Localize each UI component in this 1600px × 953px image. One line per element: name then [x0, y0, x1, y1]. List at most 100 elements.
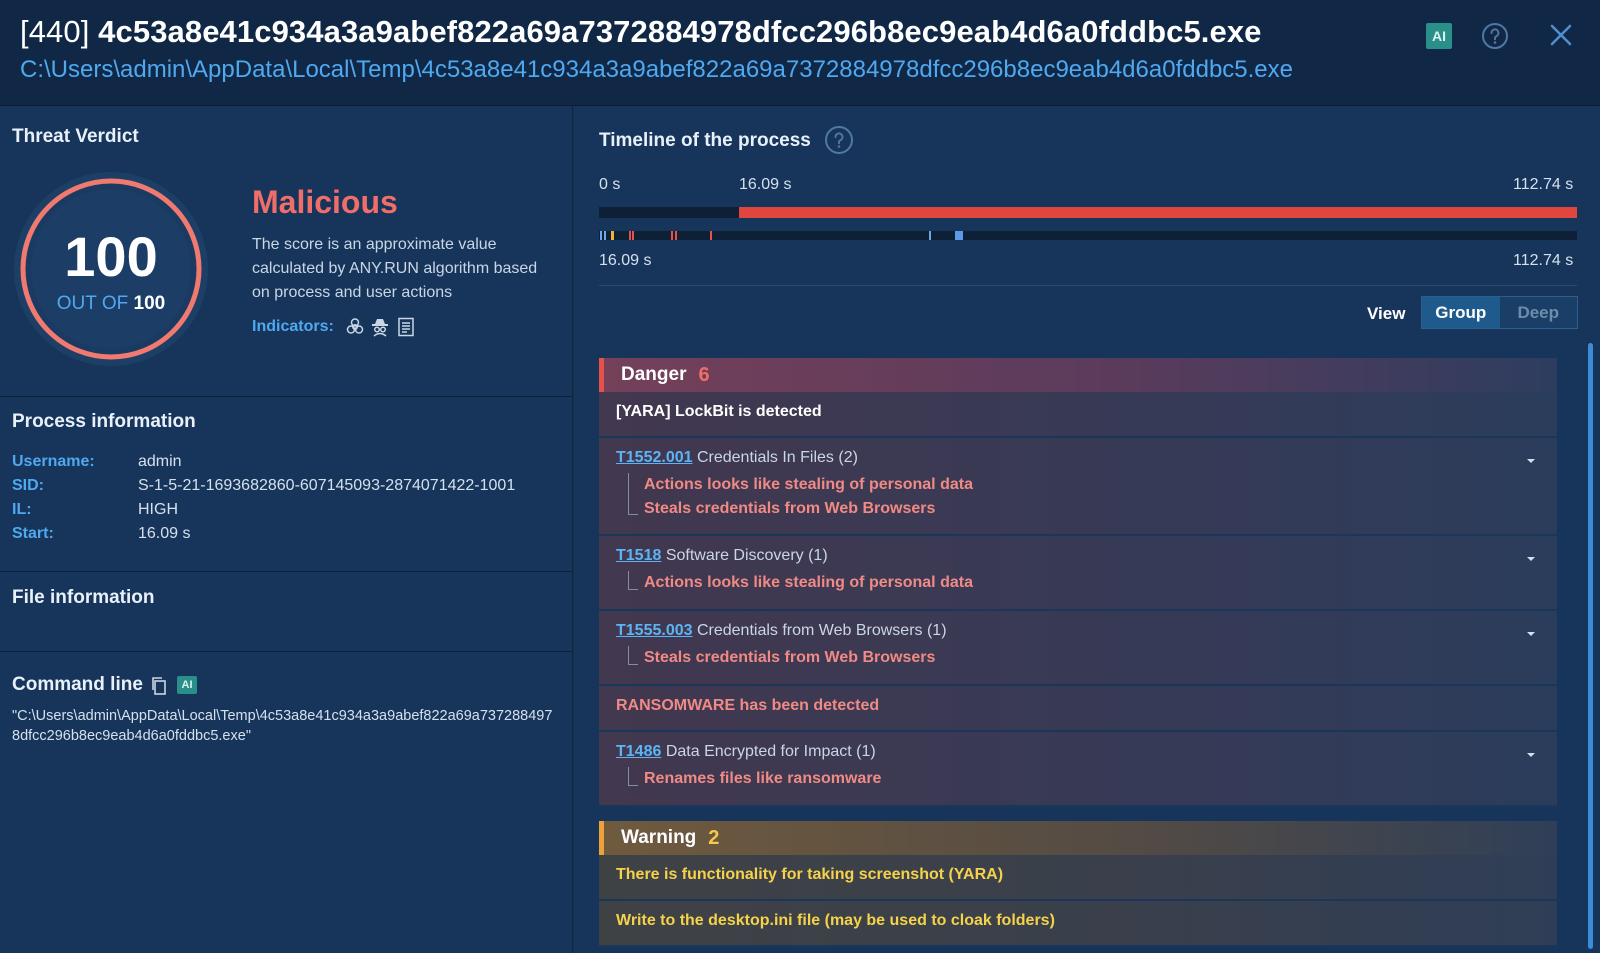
command-line-ai-button[interactable]: AI	[177, 676, 197, 694]
divider	[0, 571, 573, 572]
sub-indicator: Renames files like ransomware	[644, 770, 882, 787]
technique-link[interactable]: T1486	[616, 743, 661, 760]
ai-button[interactable]: AI	[1426, 23, 1452, 49]
warning-item: Write to the desktop.ini file (may be us…	[616, 912, 1055, 929]
divider	[599, 285, 1577, 286]
tree-connector	[628, 473, 638, 515]
yara-lockbit-item: [YARA] LockBit is detected	[616, 403, 822, 420]
timeline-events[interactable]	[599, 231, 1577, 240]
list-item[interactable]: [YARA] LockBit is detected	[599, 392, 1557, 438]
danger-group-name: Danger	[621, 364, 687, 385]
right-panel: Timeline of the process 0 s 16.09 s 112.…	[574, 106, 1600, 953]
sid-value: S-1-5-21-1693682860-607145093-2874071422…	[138, 477, 516, 494]
list-item[interactable]: T1518 Software Discovery (1) Actions loo…	[599, 536, 1557, 611]
danger-group-count: 6	[698, 363, 710, 386]
warning-group-header[interactable]: Warning 2	[599, 821, 1557, 855]
tree-connector	[628, 646, 638, 665]
threat-verdict-title: Threat Verdict	[12, 126, 139, 147]
il-key: IL:	[12, 501, 32, 518]
technique-line: T1552.001 Credentials In Files (2)	[616, 449, 858, 467]
close-icon[interactable]	[1548, 22, 1574, 48]
chevron-down-icon[interactable]	[1525, 555, 1537, 563]
technique-link[interactable]: T1518	[616, 547, 661, 564]
technique-name: Software Discovery (1)	[665, 547, 828, 564]
timeline-event	[929, 231, 931, 240]
timeline-track[interactable]	[599, 207, 1577, 218]
scrollbar[interactable]	[1588, 343, 1593, 949]
score-gauge: 100 OUT OF 100	[12, 170, 210, 368]
list-item[interactable]: There is functionality for taking screen…	[599, 855, 1557, 901]
process-pid: [440]	[20, 14, 90, 49]
technique-line: T1518 Software Discovery (1)	[616, 547, 828, 565]
ransomware-item: RANSOMWARE has been detected	[616, 697, 880, 714]
chevron-down-icon[interactable]	[1525, 630, 1537, 638]
tree-connector	[628, 571, 638, 590]
start-key: Start:	[12, 525, 54, 542]
tree-connector	[628, 767, 638, 786]
command-line-title: Command line	[12, 674, 143, 695]
warning-group-name: Warning	[621, 827, 697, 848]
il-value: HIGH	[138, 501, 178, 518]
left-panel: Threat Verdict 100 OUT OF 100 Malicious …	[0, 106, 573, 953]
file-info-title[interactable]: File information	[12, 587, 155, 609]
process-path[interactable]: C:\Users\admin\AppData\Local\Temp\4c53a8…	[20, 56, 1293, 84]
list-item[interactable]: Write to the desktop.ini file (may be us…	[599, 901, 1557, 947]
timeline-event	[675, 231, 677, 240]
command-line-text: "C:\Users\admin\AppData\Local\Temp\4c53a…	[12, 708, 553, 744]
technique-line: T1555.003 Credentials from Web Browsers …	[616, 622, 947, 640]
timeline-process-start-label: 16.09 s	[739, 176, 792, 193]
copy-icon[interactable]	[150, 676, 168, 696]
divider	[0, 651, 573, 652]
sub-indicator: Actions looks like stealing of personal …	[644, 476, 973, 493]
chevron-down-icon[interactable]	[1525, 751, 1537, 759]
technique-link[interactable]: T1552.001	[616, 449, 693, 466]
technique-line: T1486 Data Encrypted for Impact (1)	[616, 743, 876, 761]
timeline-zoom-start-label: 16.09 s	[599, 252, 652, 269]
score-value: 100	[64, 225, 158, 288]
sub-indicator: Actions looks like stealing of personal …	[644, 574, 973, 591]
out-of-label: OUT OF	[56, 293, 129, 314]
list-item[interactable]: T1552.001 Credentials In Files (2) Actio…	[599, 438, 1557, 536]
timeline-event	[955, 231, 963, 240]
process-name: 4c53a8e41c934a3a9abef822a69a7372884978df…	[98, 14, 1262, 49]
timeline-event	[629, 231, 631, 240]
divider	[0, 396, 573, 397]
sub-indicator: Steals credentials from Web Browsers	[644, 500, 936, 517]
spy-icon[interactable]	[370, 317, 390, 337]
view-deep-button[interactable]: Deep	[1499, 297, 1577, 328]
view-group-button[interactable]: Group	[1422, 297, 1500, 328]
score-max: OUT OF 100	[12, 293, 210, 315]
sid-key: SID:	[12, 477, 44, 494]
timeline-event	[604, 231, 606, 240]
warning-group-count: 2	[708, 826, 720, 849]
chevron-down-icon[interactable]	[1525, 457, 1537, 465]
sub-indicator: Steals credentials from Web Browsers	[644, 649, 936, 666]
timeline-end-label: 112.74 s	[1513, 176, 1574, 193]
view-label: View	[1367, 304, 1406, 323]
timeline-event	[671, 231, 673, 240]
verdict-description: The score is an approximate value calcul…	[252, 236, 538, 301]
technique-name: Credentials from Web Browsers (1)	[696, 622, 947, 639]
danger-group-header[interactable]: Danger 6	[599, 358, 1557, 392]
timeline-event	[611, 231, 614, 240]
list-item[interactable]: T1555.003 Credentials from Web Browsers …	[599, 611, 1557, 686]
timeline-start-label: 0 s	[599, 176, 621, 193]
technique-link[interactable]: T1555.003	[616, 622, 693, 639]
list-item[interactable]: RANSOMWARE has been detected	[599, 686, 1557, 732]
username-key: Username:	[12, 453, 95, 470]
out-of-value: 100	[133, 293, 166, 314]
warning-item: There is functionality for taking screen…	[616, 866, 1004, 883]
help-icon[interactable]	[1481, 22, 1509, 50]
timeline-zoom-end-label: 112.74 s	[1513, 252, 1574, 269]
process-info-title: Process information	[12, 411, 196, 432]
indicators-label: Indicators:	[252, 318, 334, 335]
document-icon[interactable]	[396, 317, 416, 337]
verdict-label: Malicious	[252, 184, 398, 220]
timeline-event	[600, 231, 602, 240]
start-value: 16.09 s	[138, 525, 191, 542]
biohazard-icon[interactable]	[345, 317, 365, 337]
process-title: [440] 4c53a8e41c934a3a9abef822a69a737288…	[20, 14, 1262, 50]
timeline-process-range	[739, 207, 1577, 218]
list-item[interactable]: T1486 Data Encrypted for Impact (1) Rena…	[599, 732, 1557, 807]
help-icon[interactable]	[824, 125, 854, 155]
